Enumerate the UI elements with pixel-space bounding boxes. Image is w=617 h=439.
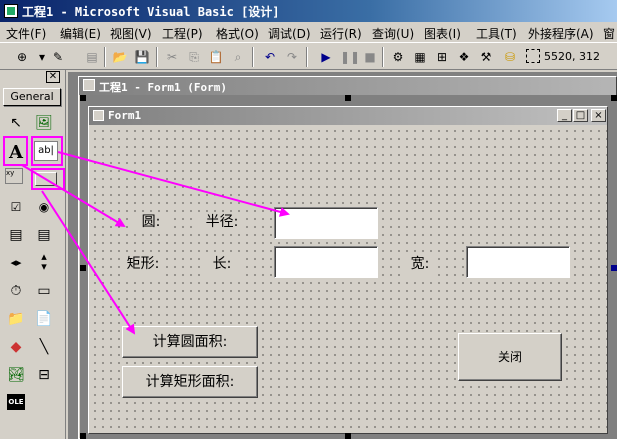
position-icon (526, 49, 540, 63)
listbox-icon[interactable]: ▤ (33, 224, 55, 246)
add-form-icon[interactable]: ✎ (50, 49, 66, 65)
toolbox-icon[interactable]: ⚒ (478, 49, 494, 65)
length-label: 长: (204, 254, 240, 276)
menu-addins[interactable]: 外接程序(A) (528, 25, 594, 42)
position-readout: 5520, 312 (544, 50, 600, 63)
end-icon[interactable]: ■ (362, 49, 378, 65)
image-icon[interactable]: 🏞 (5, 364, 27, 386)
standard-toolbar: ⊕ ▾ ✎ ▤ 📂 💾 ✂ ⎘ 📋 ⌕ ↶ ↷ ▶ ❚❚ ■ ⚙ ▦ ⊞ ❖ ⚒… (0, 42, 617, 70)
find-icon[interactable]: ⌕ (230, 49, 246, 65)
combobox-icon[interactable]: ▤ (5, 224, 27, 246)
width-label: 宽: (402, 254, 438, 276)
menu-file[interactable]: 文件(F) (6, 25, 46, 42)
close-button[interactable]: 关闭 (458, 333, 562, 381)
optionbutton-icon[interactable]: ◉ (33, 196, 55, 218)
width-textbox[interactable] (466, 246, 570, 278)
calc-circle-button[interactable]: 计算圆面积: (122, 326, 258, 358)
save-icon[interactable]: 💾 (134, 49, 150, 65)
menu-query[interactable]: 查询(U) (372, 25, 414, 42)
toolbar-separator (306, 47, 308, 67)
open-icon[interactable]: 📂 (112, 49, 128, 65)
menu-tools[interactable]: 工具(T) (476, 25, 517, 42)
toolbar-separator (252, 47, 254, 67)
designer-title: 工程1 - Form1 (Form) (99, 81, 227, 94)
menu-window[interactable]: 窗 (603, 25, 615, 42)
toolbar-separator (104, 47, 106, 67)
shape-icon[interactable]: ◆ (5, 336, 27, 358)
menu-editor-icon[interactable]: ▤ (84, 49, 100, 65)
resize-handle[interactable] (80, 95, 86, 101)
length-textbox[interactable] (274, 246, 378, 278)
paste-icon[interactable]: 📋 (208, 49, 224, 65)
form-icon (83, 79, 95, 91)
rect-label: 矩形: (120, 254, 166, 276)
vb-app-icon[interactable] (4, 4, 18, 18)
frame-icon[interactable]: xy (5, 168, 23, 184)
checkbox-icon[interactable]: ☑ (5, 196, 27, 218)
undo-icon[interactable]: ↶ (262, 49, 278, 65)
menu-edit[interactable]: 编辑(E) (60, 25, 101, 42)
add-form-icon[interactable]: ▾ (34, 49, 50, 65)
close-icon[interactable]: ✕ (46, 71, 60, 83)
properties-icon[interactable]: ▦ (412, 49, 428, 65)
toolbox-panel: ✕ General ↖ 🖼 A ab| xy ☑ ◉ ▤ ▤ ◂▸ ▴ ▾ ⏱ ▭… (0, 70, 66, 439)
resize-handle[interactable] (611, 265, 617, 271)
data-icon[interactable]: ⊟ (33, 364, 55, 386)
dirlistbox-icon[interactable]: 📁 (5, 308, 27, 330)
cut-icon[interactable]: ✂ (164, 49, 180, 65)
resize-handle[interactable] (345, 95, 351, 101)
label-tool-highlight (3, 136, 28, 166)
timer-icon[interactable]: ⏱ (5, 280, 27, 302)
ole-icon[interactable]: OLE (7, 394, 25, 410)
resize-handle[interactable] (80, 433, 86, 439)
minimize-icon[interactable]: _ (557, 109, 572, 122)
toolbox-tab-general[interactable]: General (3, 88, 61, 106)
close-icon[interactable]: × (591, 109, 606, 122)
start-icon[interactable]: ▶ (318, 49, 334, 65)
radius-textbox[interactable] (274, 207, 378, 239)
object-browser-icon[interactable]: ❖ (456, 49, 472, 65)
menu-bar: 文件(F) 编辑(E) 视图(V) 工程(P) 格式(O) 调试(D) 运行(R… (0, 22, 617, 42)
resize-handle[interactable] (345, 433, 351, 439)
menu-project[interactable]: 工程(P) (162, 25, 203, 42)
maximize-icon[interactable]: □ (573, 109, 588, 122)
pointer-icon[interactable]: ↖ (5, 112, 27, 134)
calc-rect-button[interactable]: 计算矩形面积: (122, 366, 258, 398)
filelistbox-icon[interactable]: 📄 (33, 308, 55, 330)
circle-label: 圆: (128, 212, 174, 234)
toolbar-separator (156, 47, 158, 67)
data-view-icon[interactable]: ⛁ (502, 49, 518, 65)
menu-diagram[interactable]: 图表(I) (424, 25, 461, 42)
form-title-bar: Form1 _ □ × (89, 107, 607, 125)
designer-title-bar: 工程1 - Form1 (Form) (79, 77, 616, 95)
redo-icon[interactable]: ↷ (284, 49, 300, 65)
menu-view[interactable]: 视图(V) (110, 25, 152, 42)
form-layout-icon[interactable]: ⊞ (434, 49, 450, 65)
add-project-icon[interactable]: ⊕ (14, 49, 30, 65)
line-icon[interactable]: ╲ (33, 336, 55, 358)
menu-run[interactable]: 运行(R) (320, 25, 362, 42)
vscrollbar-icon[interactable]: ▴ ▾ (33, 251, 55, 274)
hscrollbar-icon[interactable]: ◂▸ (5, 252, 27, 274)
break-icon[interactable]: ❚❚ (340, 49, 360, 65)
radius-label: 半径: (198, 212, 246, 234)
copy-icon[interactable]: ⎘ (186, 49, 202, 65)
picturebox-icon[interactable]: 🖼 (33, 112, 55, 134)
resize-handle[interactable] (611, 95, 617, 101)
window-title: 工程1 - Microsoft Visual Basic [设计] (22, 5, 280, 19)
toolbar-separator (382, 47, 384, 67)
form-icon (93, 110, 104, 121)
drivelistbox-icon[interactable]: ▭ (33, 280, 55, 302)
textbox-tool-highlight (31, 136, 63, 166)
form-title: Form1 (108, 109, 142, 122)
title-bar: 工程1 - Microsoft Visual Basic [设计] (0, 0, 617, 22)
resize-handle[interactable] (80, 265, 86, 271)
menu-debug[interactable]: 调试(D) (268, 25, 311, 42)
project-explorer-icon[interactable]: ⚙ (390, 49, 406, 65)
menu-format[interactable]: 格式(O) (216, 25, 259, 42)
commandbutton-tool-highlight (31, 168, 65, 190)
